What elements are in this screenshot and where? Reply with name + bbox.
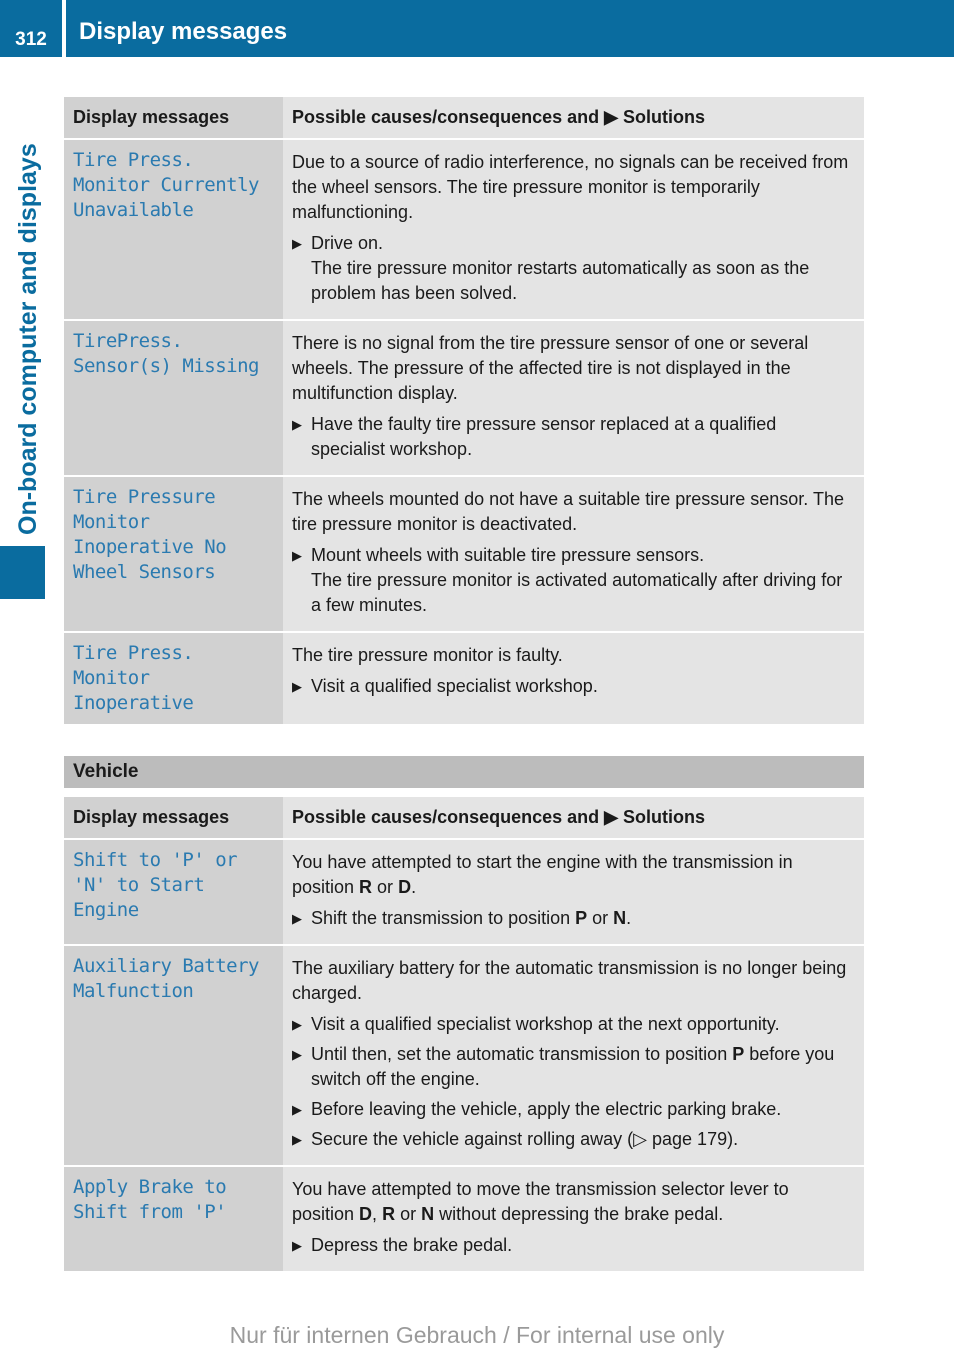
step-arrow-icon: ▶: [292, 1047, 302, 1062]
bold-term: D: [398, 877, 412, 897]
causes-cell: You have attempted to move the transmiss…: [283, 1166, 864, 1273]
bold-term: N: [613, 908, 627, 928]
chapter-tab-marker: [0, 546, 45, 599]
solution-step: ▶ Drive on. The tire pressure monitor rest…: [292, 231, 855, 306]
causes-cell: You have attempted to start the engine w…: [283, 839, 864, 946]
step-text: Mount wheels with suitable tire pressure…: [311, 545, 705, 565]
message-cell: Auxiliary Battery Malfunction: [64, 945, 283, 1167]
col-header-messages: Display messages: [64, 97, 283, 140]
display-message: Tire Pressure Monitor Inoperative No Whe…: [73, 486, 227, 583]
step-arrow-icon: ▶: [292, 1132, 302, 1147]
causes-cell: The wheels mounted do not have a suitabl…: [283, 476, 864, 633]
solution-step: ▶ Before leaving the vehicle, apply the e…: [292, 1097, 855, 1122]
causes-cell: The tire pressure monitor is faulty. ▶ Vis…: [283, 632, 864, 726]
causes-cell: The auxiliary battery for the automatic …: [283, 945, 864, 1167]
display-message: Tire Press. Monitor Currently Unavailabl…: [73, 149, 259, 221]
page-header: 312 Display messages: [0, 0, 954, 57]
display-message: Shift to 'P' or 'N' to Start Engine: [73, 849, 238, 921]
table-row: Tire Pressure Monitor Inoperative No Whe…: [64, 476, 864, 633]
step-note: The tire pressure monitor is activated a…: [311, 570, 843, 615]
cause-description: The tire pressure monitor is faulty.: [292, 645, 563, 665]
display-message: Tire Press. Monitor Inoperative: [73, 642, 194, 714]
table-row: Apply Brake to Shift from 'P' You have at…: [64, 1166, 864, 1273]
col-header-causes: Possible causes/consequences and ▶ Solut…: [283, 97, 864, 140]
table-row: Shift to 'P' or 'N' to Start Engine You h…: [64, 839, 864, 946]
solution-step: ▶ Visit a qualified specialist workshop.: [292, 674, 855, 699]
solution-step: ▶ Visit a qualified specialist workshop a…: [292, 1012, 855, 1037]
step-text: Depress the brake pedal.: [311, 1235, 513, 1255]
cause-description: You have attempted to move the transmiss…: [292, 1179, 789, 1224]
step-arrow-icon: ▶: [292, 1017, 302, 1032]
step-note: The tire pressure monitor restarts autom…: [311, 258, 810, 303]
cause-description: The wheels mounted do not have a suitabl…: [292, 489, 844, 534]
step-arrow-icon: ▶: [292, 236, 302, 251]
bold-term: N: [421, 1204, 435, 1224]
display-message: Auxiliary Battery Malfunction: [73, 955, 259, 1002]
step-text: Secure the vehicle against rolling away …: [311, 1129, 739, 1149]
vehicle-table: Display messages Possible causes/consequ…: [64, 797, 864, 1273]
step-text: Visit a qualified specialist workshop at…: [311, 1014, 780, 1034]
step-arrow-icon: ▶: [292, 417, 302, 432]
step-text: Shift the transmission to position P or …: [311, 908, 632, 928]
cause-description: Due to a source of radio interference, n…: [292, 152, 849, 222]
cause-description: There is no signal from the tire pressur…: [292, 333, 809, 403]
table-header-row: Display messages Possible causes/consequ…: [64, 797, 864, 840]
display-message: Apply Brake to Shift from 'P': [73, 1176, 227, 1223]
solution-step: ▶ Shift the transmission to position P or…: [292, 906, 855, 931]
col-header-causes: Possible causes/consequences and ▶ Solut…: [283, 797, 864, 840]
solution-step: ▶ Mount wheels with suitable tire pressur…: [292, 543, 855, 618]
bold-term: P: [575, 908, 588, 928]
table-row: Auxiliary Battery Malfunction The auxilia…: [64, 945, 864, 1167]
message-cell: Apply Brake to Shift from 'P': [64, 1166, 283, 1273]
causes-cell: Due to a source of radio interference, n…: [283, 139, 864, 321]
step-text: Until then, set the automatic transmissi…: [311, 1044, 835, 1089]
bold-term: P: [732, 1044, 745, 1064]
table-row: Tire Press. Monitor Currently Unavailabl…: [64, 139, 864, 321]
message-cell: Shift to 'P' or 'N' to Start Engine: [64, 839, 283, 946]
step-text: Drive on.: [311, 233, 384, 253]
solution-step: ▶ Secure the vehicle against rolling away…: [292, 1127, 855, 1152]
step-text: Visit a qualified specialist workshop.: [311, 676, 598, 696]
col-header-messages: Display messages: [64, 797, 283, 840]
cause-description: The auxiliary battery for the automatic …: [292, 958, 847, 1003]
cause-description: You have attempted to start the engine w…: [292, 852, 793, 897]
step-arrow-icon: ▶: [292, 911, 302, 926]
display-message: TirePress. Sensor(s) Missing: [73, 330, 259, 377]
solution-step: ▶ Have the faulty tire pressure sensor re…: [292, 412, 855, 462]
header-divider: [62, 0, 66, 57]
page-number: 312: [15, 29, 47, 50]
step-arrow-icon: ▶: [292, 548, 302, 563]
solution-step: ▶ Until then, set the automatic transmiss…: [292, 1042, 855, 1092]
bold-term: R: [382, 1204, 396, 1224]
page-title: Display messages: [79, 18, 288, 45]
message-cell: Tire Pressure Monitor Inoperative No Whe…: [64, 476, 283, 633]
chapter-label: On-board computer and displays: [14, 143, 42, 535]
message-cell: Tire Press. Monitor Currently Unavailabl…: [64, 139, 283, 321]
step-text: Have the faulty tire pressure sensor rep…: [311, 414, 777, 459]
section-header-vehicle: Vehicle: [64, 756, 864, 788]
section-title: Vehicle: [73, 761, 139, 782]
step-text: Before leaving the vehicle, apply the el…: [311, 1099, 782, 1119]
bold-term: D: [359, 1204, 373, 1224]
table-header-row: Display messages Possible causes/consequ…: [64, 97, 864, 140]
table-row: Tire Press. Monitor Inoperative The tire …: [64, 632, 864, 726]
footer-watermark: Nur für internen Gebrauch / For internal…: [229, 1322, 725, 1348]
causes-cell: There is no signal from the tire pressur…: [283, 320, 864, 477]
message-cell: TirePress. Sensor(s) Missing: [64, 320, 283, 477]
step-arrow-icon: ▶: [292, 679, 302, 694]
bold-term: R: [359, 877, 373, 897]
step-arrow-icon: ▶: [292, 1238, 302, 1253]
table-row: TirePress. Sensor(s) Missing There is no …: [64, 320, 864, 477]
step-arrow-icon: ▶: [292, 1102, 302, 1117]
tire-pressure-table: Display messages Possible causes/consequ…: [64, 97, 864, 726]
message-cell: Tire Press. Monitor Inoperative: [64, 632, 283, 726]
solution-step: ▶ Depress the brake pedal.: [292, 1233, 855, 1258]
